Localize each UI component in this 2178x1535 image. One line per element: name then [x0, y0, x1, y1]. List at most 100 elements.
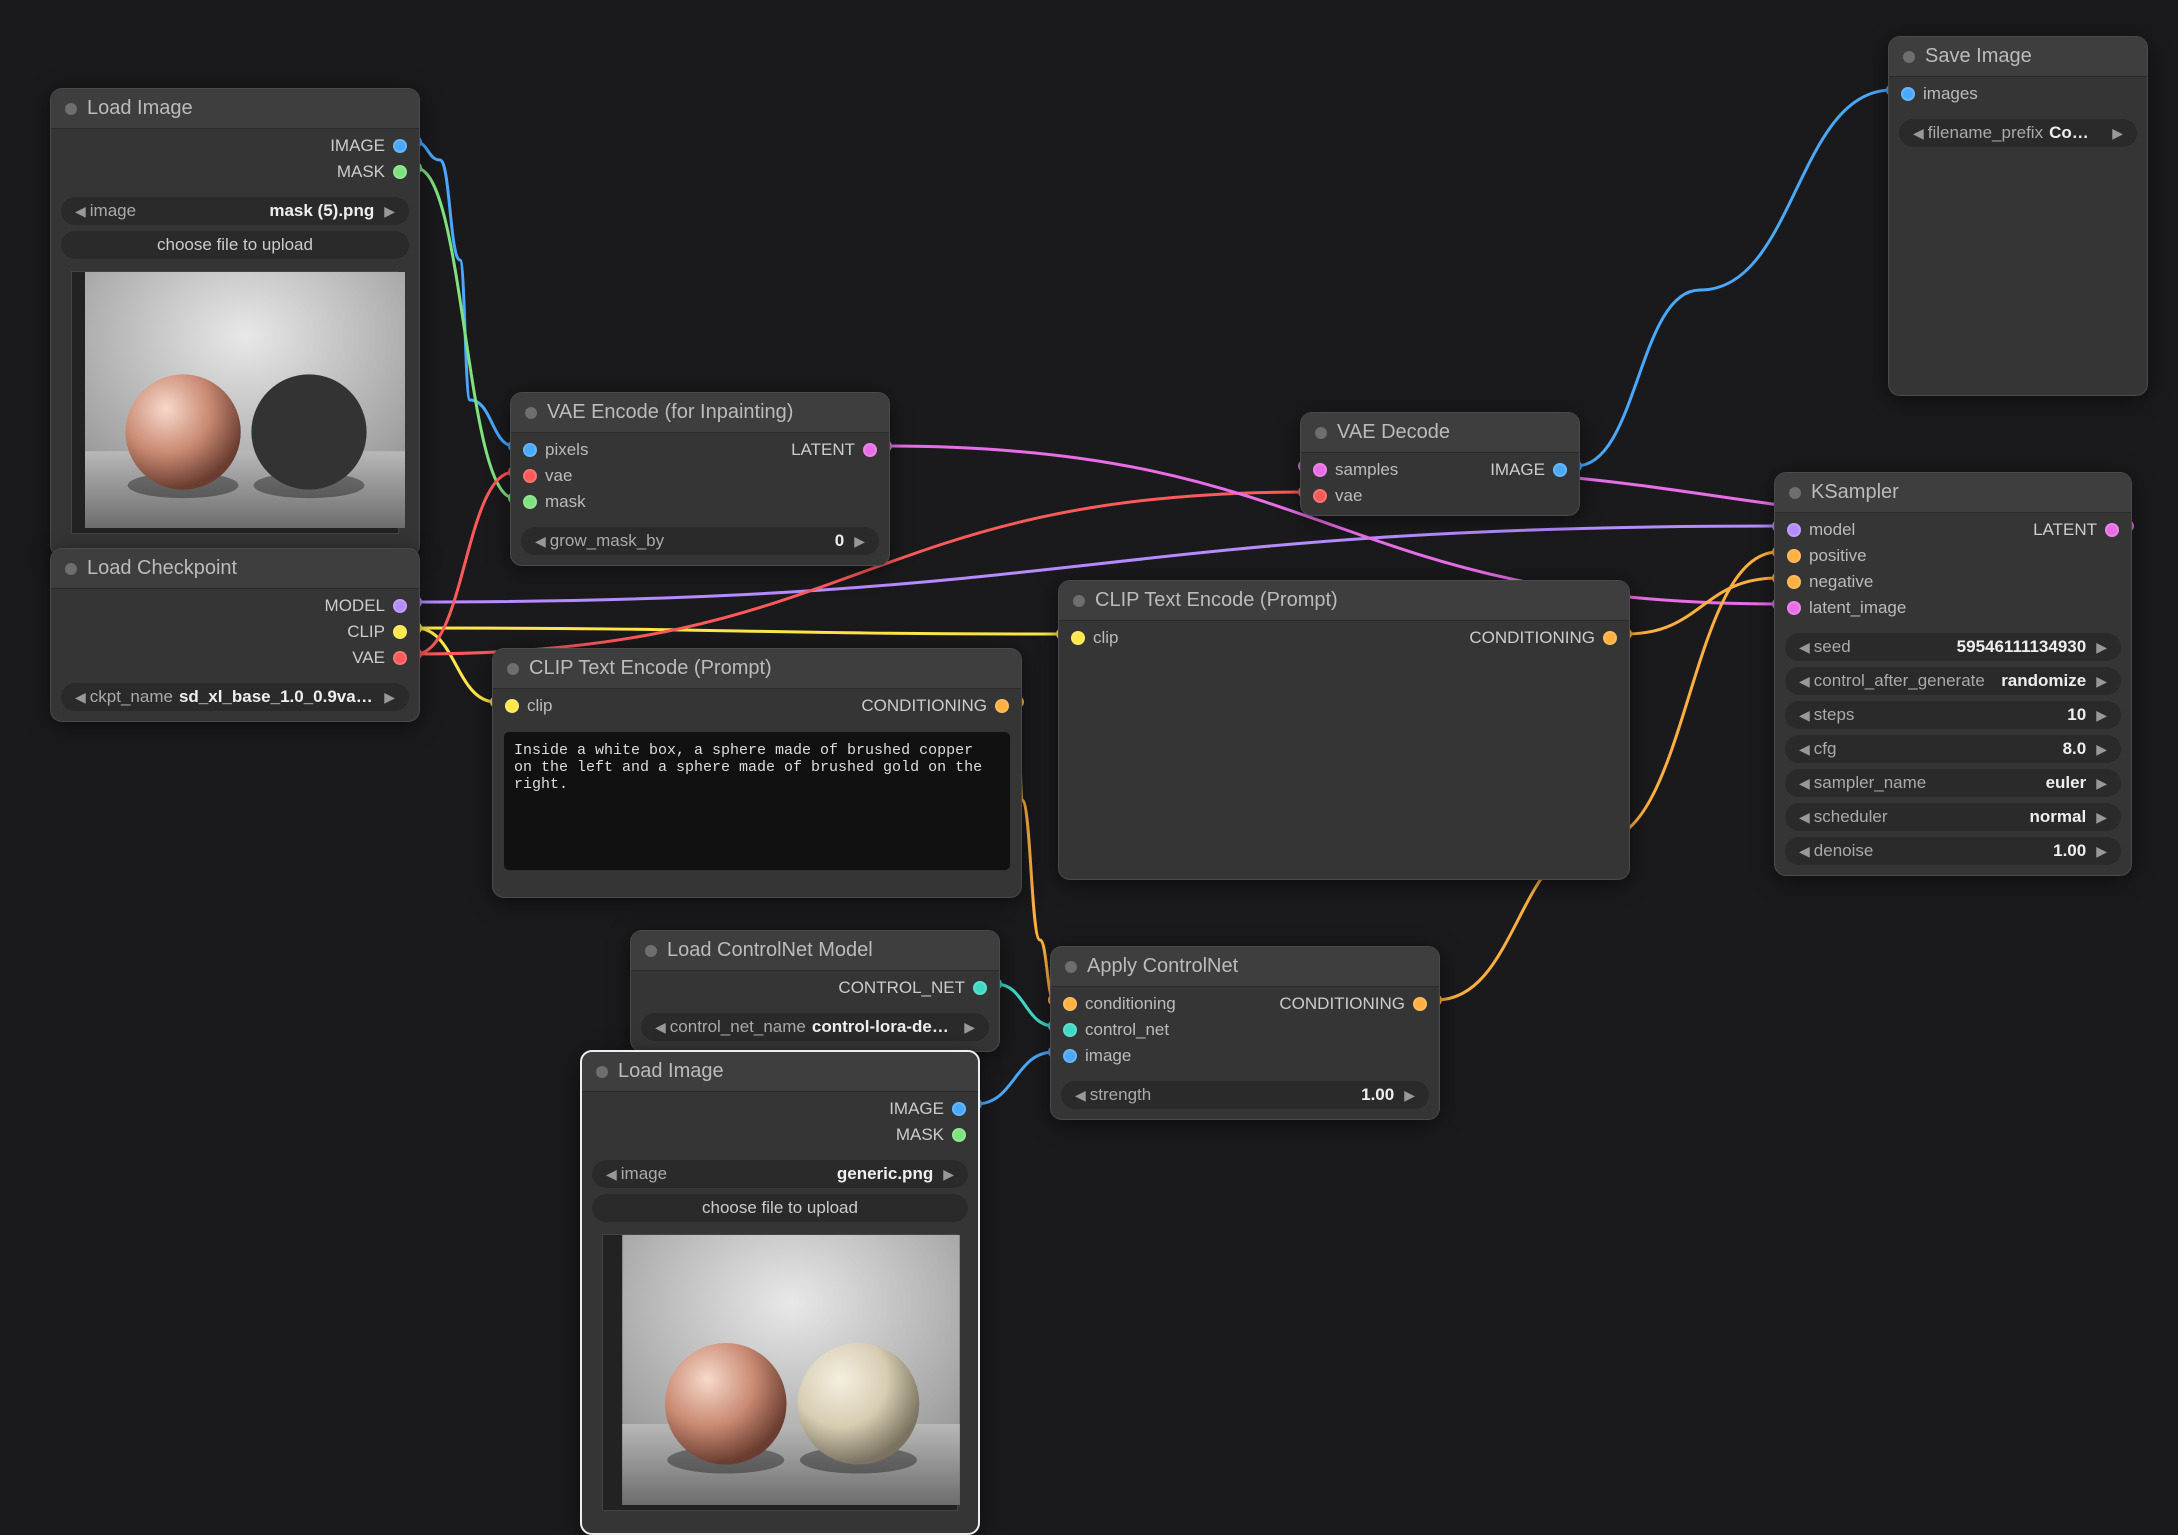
widget-choose-file-to-upload[interactable]: choose file to upload [592, 1194, 968, 1222]
arrow-left-icon[interactable]: ◀ [1071, 1087, 1090, 1104]
arrow-left-icon[interactable]: ◀ [1795, 741, 1814, 758]
widget-value[interactable]: ComfyUI [2043, 123, 2108, 143]
widget-cfg[interactable]: ◀ cfg 8.0 ▶ [1785, 735, 2121, 763]
arrow-right-icon[interactable]: ▶ [2092, 707, 2111, 724]
collapse-dot-icon[interactable] [507, 663, 519, 675]
widget-value[interactable]: generic.png [667, 1164, 939, 1184]
widget-strength[interactable]: ◀ strength 1.00 ▶ [1061, 1081, 1429, 1109]
wire[interactable] [976, 1052, 1054, 1104]
input-port-negative[interactable] [1787, 575, 1801, 589]
collapse-dot-icon[interactable] [1789, 487, 1801, 499]
arrow-left-icon[interactable]: ◀ [602, 1166, 621, 1183]
collapse-dot-icon[interactable] [1065, 961, 1077, 973]
wire[interactable] [416, 472, 514, 654]
output-port-IMAGE[interactable] [393, 139, 407, 153]
node-applycn[interactable]: Apply ControlNetconditioningCONDITIONING… [1050, 946, 1440, 1120]
widget-control-after-generate[interactable]: ◀ control_after_generate randomize ▶ [1785, 667, 2121, 695]
node-vaeenc[interactable]: VAE Encode (for Inpainting)pixelsLATENTv… [510, 392, 890, 566]
node-header[interactable]: Load Image [582, 1052, 978, 1092]
arrow-right-icon[interactable]: ▶ [1400, 1087, 1419, 1104]
node-header[interactable]: Apply ControlNet [1051, 947, 1439, 987]
input-port-model[interactable] [1787, 523, 1801, 537]
widget-seed[interactable]: ◀ seed 59546111134930 ▶ [1785, 633, 2121, 661]
arrow-left-icon[interactable]: ◀ [1795, 707, 1814, 724]
wire[interactable] [1018, 702, 1054, 1000]
collapse-dot-icon[interactable] [525, 407, 537, 419]
arrow-left-icon[interactable]: ◀ [71, 689, 90, 706]
widget-value[interactable]: 8.0 [1836, 739, 2092, 759]
arrow-left-icon[interactable]: ◀ [1795, 809, 1814, 826]
collapse-dot-icon[interactable] [645, 945, 657, 957]
widget-sampler-name[interactable]: ◀ sampler_name euler ▶ [1785, 769, 2121, 797]
arrow-left-icon[interactable]: ◀ [1795, 775, 1814, 792]
widget-value[interactable]: sd_xl_base_1.0_0.9vae.safetensors [173, 687, 380, 707]
collapse-dot-icon[interactable] [1903, 51, 1915, 63]
collapse-dot-icon[interactable] [1073, 595, 1085, 607]
node-clip2[interactable]: CLIP Text Encode (Prompt)clipCONDITIONIN… [1058, 580, 1630, 880]
node-loadckpt[interactable]: Load CheckpointMODELCLIPVAE ◀ ckpt_name … [50, 548, 420, 722]
widget-value[interactable]: 1.00 [1151, 1085, 1400, 1105]
input-port-latent_image[interactable] [1787, 601, 1801, 615]
node-vaedec[interactable]: VAE DecodesamplesIMAGEvae [1300, 412, 1580, 516]
arrow-right-icon[interactable]: ▶ [939, 1166, 958, 1183]
arrow-left-icon[interactable]: ◀ [1909, 125, 1928, 142]
widget-value[interactable]: normal [1888, 807, 2093, 827]
collapse-dot-icon[interactable] [65, 563, 77, 575]
arrow-right-icon[interactable]: ▶ [850, 533, 869, 550]
arrow-right-icon[interactable]: ▶ [2092, 775, 2111, 792]
node-header[interactable]: Load ControlNet Model [631, 931, 999, 971]
node-header[interactable]: VAE Encode (for Inpainting) [511, 393, 889, 433]
input-port-clip[interactable] [1071, 631, 1085, 645]
widget-image[interactable]: ◀ image mask (5).png ▶ [61, 197, 409, 225]
arrow-right-icon[interactable]: ▶ [2092, 843, 2111, 860]
wire[interactable] [416, 628, 496, 702]
widget-value[interactable]: euler [1926, 773, 2092, 793]
arrow-left-icon[interactable]: ◀ [1795, 673, 1814, 690]
arrow-right-icon[interactable]: ▶ [2092, 639, 2111, 656]
output-port-MASK[interactable] [393, 165, 407, 179]
node-header[interactable]: Load Image [51, 89, 419, 129]
node-ksampler[interactable]: KSamplermodelLATENTpositivenegativelaten… [1774, 472, 2132, 876]
widget-value[interactable]: 59546111134930 [1851, 637, 2093, 657]
widget-grow-mask-by[interactable]: ◀ grow_mask_by 0 ▶ [521, 527, 879, 555]
widget-image[interactable]: ◀ image generic.png ▶ [592, 1160, 968, 1188]
output-port-MASK[interactable] [952, 1128, 966, 1142]
arrow-right-icon[interactable]: ▶ [2092, 741, 2111, 758]
collapse-dot-icon[interactable] [596, 1066, 608, 1078]
widget-choose-file-to-upload[interactable]: choose file to upload [61, 231, 409, 259]
node-header[interactable]: Save Image [1889, 37, 2147, 77]
widget-value[interactable]: 10 [1854, 705, 2092, 725]
node-loadimage1[interactable]: Load ImageIMAGEMASK ◀ image mask (5).png… [50, 88, 420, 557]
node-clip1[interactable]: CLIP Text Encode (Prompt)clipCONDITIONIN… [492, 648, 1022, 898]
input-port-vae[interactable] [523, 469, 537, 483]
input-port-samples[interactable] [1313, 463, 1327, 477]
wire[interactable] [416, 168, 514, 498]
widget-steps[interactable]: ◀ steps 10 ▶ [1785, 701, 2121, 729]
input-port-pixels[interactable] [523, 443, 537, 457]
widget-ckpt-name[interactable]: ◀ ckpt_name sd_xl_base_1.0_0.9vae.safete… [61, 683, 409, 711]
wire[interactable] [416, 142, 514, 446]
arrow-right-icon[interactable]: ▶ [2108, 125, 2127, 142]
widget-value[interactable]: control-lora-depth-rank256.safetensors [806, 1017, 960, 1037]
collapse-dot-icon[interactable] [65, 103, 77, 115]
output-port-LATENT[interactable] [863, 443, 877, 457]
arrow-right-icon[interactable]: ▶ [380, 203, 399, 220]
widget-value[interactable]: randomize [1985, 671, 2092, 691]
output-port-CONDITIONING[interactable] [1603, 631, 1617, 645]
output-port-IMAGE[interactable] [1553, 463, 1567, 477]
output-port-VAE[interactable] [393, 651, 407, 665]
node-loadimage2[interactable]: Load ImageIMAGEMASK ◀ image generic.png … [580, 1050, 980, 1535]
arrow-right-icon[interactable]: ▶ [960, 1019, 979, 1036]
input-port-vae[interactable] [1313, 489, 1327, 503]
input-port-positive[interactable] [1787, 549, 1801, 563]
widget-control-net-name[interactable]: ◀ control_net_name control-lora-depth-ra… [641, 1013, 989, 1041]
widget-denoise[interactable]: ◀ denoise 1.00 ▶ [1785, 837, 2121, 865]
output-port-IMAGE[interactable] [952, 1102, 966, 1116]
prompt-textarea[interactable] [503, 731, 1011, 871]
output-port-LATENT[interactable] [2105, 523, 2119, 537]
input-port-control_net[interactable] [1063, 1023, 1077, 1037]
wire[interactable] [416, 628, 1062, 634]
node-header[interactable]: KSampler [1775, 473, 2131, 513]
node-loadcn[interactable]: Load ControlNet ModelCONTROL_NET ◀ contr… [630, 930, 1000, 1052]
input-port-clip[interactable] [505, 699, 519, 713]
